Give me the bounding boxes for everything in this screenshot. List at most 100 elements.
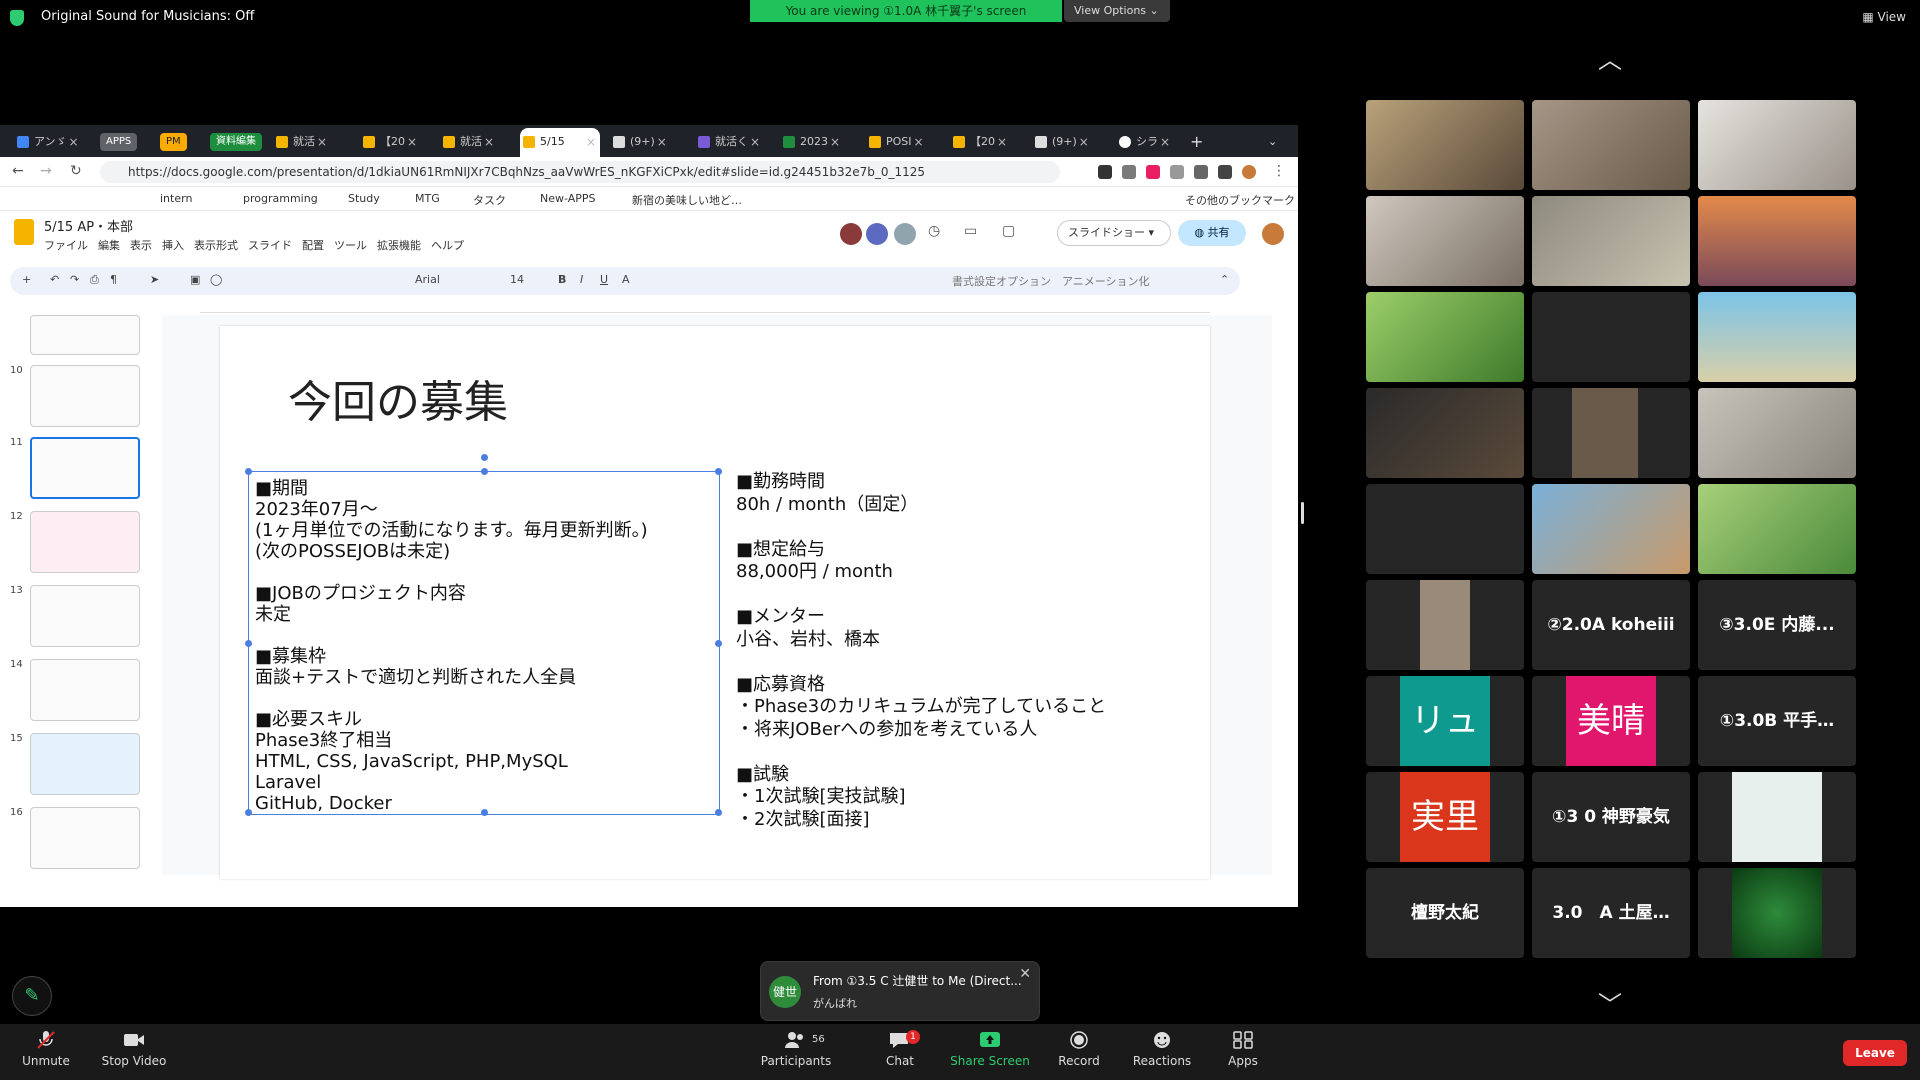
extension-icon[interactable] xyxy=(1146,165,1160,179)
reload-icon[interactable]: ↻ xyxy=(70,163,82,179)
stop-video-button[interactable]: Stop Video xyxy=(84,1030,184,1068)
leave-button[interactable]: Leave xyxy=(1843,1040,1907,1066)
participant-name-tile[interactable]: ①3.0B 平手… xyxy=(1698,676,1856,766)
resize-handle[interactable] xyxy=(715,809,722,816)
right-text[interactable]: ■勤務時間 80h / month（固定） ■想定給与 88,000円 / mo… xyxy=(736,471,1106,831)
browser-tab[interactable]: (9+) × xyxy=(1032,131,1089,153)
participant-video[interactable] xyxy=(1366,580,1524,670)
rotate-handle[interactable] xyxy=(481,454,488,461)
undo-icon[interactable]: ↶ xyxy=(50,273,59,286)
comment-icon[interactable]: ▭ xyxy=(964,223,986,245)
resize-handle[interactable] xyxy=(245,468,252,475)
menu-arrange[interactable]: 配置 xyxy=(302,239,324,252)
browser-tab[interactable]: 【20 × xyxy=(950,131,1007,153)
camera-icon[interactable]: ▢ xyxy=(1002,223,1024,245)
close-icon[interactable]: × xyxy=(1160,131,1170,153)
participant-video[interactable] xyxy=(1698,484,1856,574)
avatar[interactable] xyxy=(1262,223,1284,245)
select-icon[interactable]: ➤ xyxy=(150,273,159,286)
browser-tab[interactable]: 就活く × xyxy=(695,131,760,153)
avatar[interactable] xyxy=(894,223,916,245)
bookmark-restaurant[interactable]: 新宿の美味しい地ど… xyxy=(632,192,742,208)
menu-insert[interactable]: 挿入 xyxy=(162,239,184,252)
back-icon[interactable]: ← xyxy=(12,163,24,179)
slide-thumbnail[interactable] xyxy=(30,585,140,647)
menu-tools[interactable]: ツール xyxy=(334,239,367,252)
close-icon[interactable]: × xyxy=(586,128,596,156)
participant-video[interactable] xyxy=(1698,388,1856,478)
participant-video[interactable] xyxy=(1532,196,1690,286)
close-icon[interactable]: × xyxy=(484,131,494,153)
close-icon[interactable]: × xyxy=(407,131,417,153)
participant-video[interactable] xyxy=(1366,292,1524,382)
slides-logo-icon[interactable] xyxy=(14,219,34,245)
close-icon[interactable]: × xyxy=(830,131,840,153)
slide-thumbnail[interactable] xyxy=(30,659,140,721)
resize-handle[interactable] xyxy=(481,468,488,475)
participant-name-tile[interactable]: 3.0 A 土屋… xyxy=(1532,868,1690,958)
close-icon[interactable]: × xyxy=(750,131,760,153)
bookmark-study[interactable]: Study xyxy=(348,192,380,205)
extension-icon[interactable] xyxy=(1122,165,1136,179)
resize-handle[interactable] xyxy=(715,468,722,475)
puzzle-icon[interactable] xyxy=(1194,165,1208,179)
slide-thumbnail[interactable] xyxy=(30,315,140,355)
extension-icon[interactable] xyxy=(1170,165,1184,179)
participant-video[interactable] xyxy=(1698,196,1856,286)
bookmark-task[interactable]: タスク xyxy=(473,192,506,208)
browser-tab[interactable]: POSI × xyxy=(866,131,924,153)
participant-name-tile[interactable]: ③3.0E 内藤... xyxy=(1698,580,1856,670)
text-color-icon[interactable]: A xyxy=(622,273,630,286)
browser-tab-active[interactable]: 5/15 × xyxy=(520,128,600,157)
view-button[interactable]: ▦ View xyxy=(1862,10,1906,24)
menu-format[interactable]: 表示形式 xyxy=(194,239,238,252)
resize-handle[interactable] xyxy=(245,809,252,816)
slide-thumbnail[interactable] xyxy=(30,511,140,573)
menu-file[interactable]: ファイル xyxy=(44,239,88,252)
tab-group-pm[interactable]: PM xyxy=(160,133,187,151)
close-icon[interactable]: × xyxy=(1079,131,1089,153)
sidepanel-icon[interactable] xyxy=(1218,165,1232,179)
menu-view[interactable]: 表示 xyxy=(130,239,152,252)
slide-thumbnail[interactable] xyxy=(30,365,140,427)
browser-tab[interactable]: (9+) × xyxy=(610,131,667,153)
participant-video[interactable] xyxy=(1366,196,1524,286)
share-button[interactable]: ◍ 共有 xyxy=(1178,220,1246,246)
font-size-input[interactable]: 14 xyxy=(510,273,524,286)
resize-handle[interactable] xyxy=(245,640,252,647)
animate-button[interactable]: アニメーション化 xyxy=(1062,273,1150,289)
bookmark-new-apps[interactable]: New-APPS xyxy=(540,192,596,205)
avatar[interactable] xyxy=(866,223,888,245)
participant-video[interactable] xyxy=(1532,388,1690,478)
chevron-up-icon[interactable]: ︿ xyxy=(1598,40,1622,75)
print-icon[interactable]: ⎙ xyxy=(90,273,99,287)
browser-tab[interactable]: シラ × xyxy=(1116,131,1170,153)
shape-icon[interactable]: ◯ xyxy=(210,273,222,286)
slide-thumbnail[interactable] xyxy=(30,807,140,869)
chat-notification[interactable]: 健世 From ①3.5 C 辻健世 to Me (Direct... がんばれ… xyxy=(760,961,1040,1021)
underline-icon[interactable]: U xyxy=(600,273,608,286)
more-menu-icon[interactable]: ⋮ xyxy=(1272,163,1286,179)
share-resize-handle[interactable] xyxy=(1301,502,1304,524)
original-sound-status[interactable]: Original Sound for Musicians: Off xyxy=(41,9,254,24)
participant-video[interactable] xyxy=(1532,100,1690,190)
close-icon[interactable]: × xyxy=(69,131,79,153)
browser-tab[interactable]: 【20 × xyxy=(360,131,417,153)
participant-avatar-image[interactable] xyxy=(1698,868,1856,958)
avatar[interactable] xyxy=(840,223,862,245)
slide-thumbnail-selected[interactable] xyxy=(30,437,140,499)
resize-handle[interactable] xyxy=(481,809,488,816)
paint-format-icon[interactable]: ¶ xyxy=(110,273,117,286)
browser-tab[interactable]: 2023 × xyxy=(780,131,840,153)
tab-group-apps[interactable]: APPS xyxy=(100,133,138,151)
italic-icon[interactable]: I xyxy=(580,273,583,286)
close-icon[interactable]: × xyxy=(997,131,1007,153)
participant-name-tile[interactable]: ②2.0A koheiii xyxy=(1532,580,1690,670)
bookmark-programming[interactable]: programming xyxy=(243,192,318,205)
participant-video-off[interactable] xyxy=(1532,292,1690,382)
avatar[interactable] xyxy=(1242,165,1256,179)
slide-title[interactable]: 今回の募集 xyxy=(288,366,508,430)
chevron-down-icon[interactable]: ﹀ xyxy=(1598,985,1622,1020)
image-icon[interactable]: ▣ xyxy=(190,273,200,286)
chat-button[interactable]: Chat 1 xyxy=(850,1030,950,1068)
